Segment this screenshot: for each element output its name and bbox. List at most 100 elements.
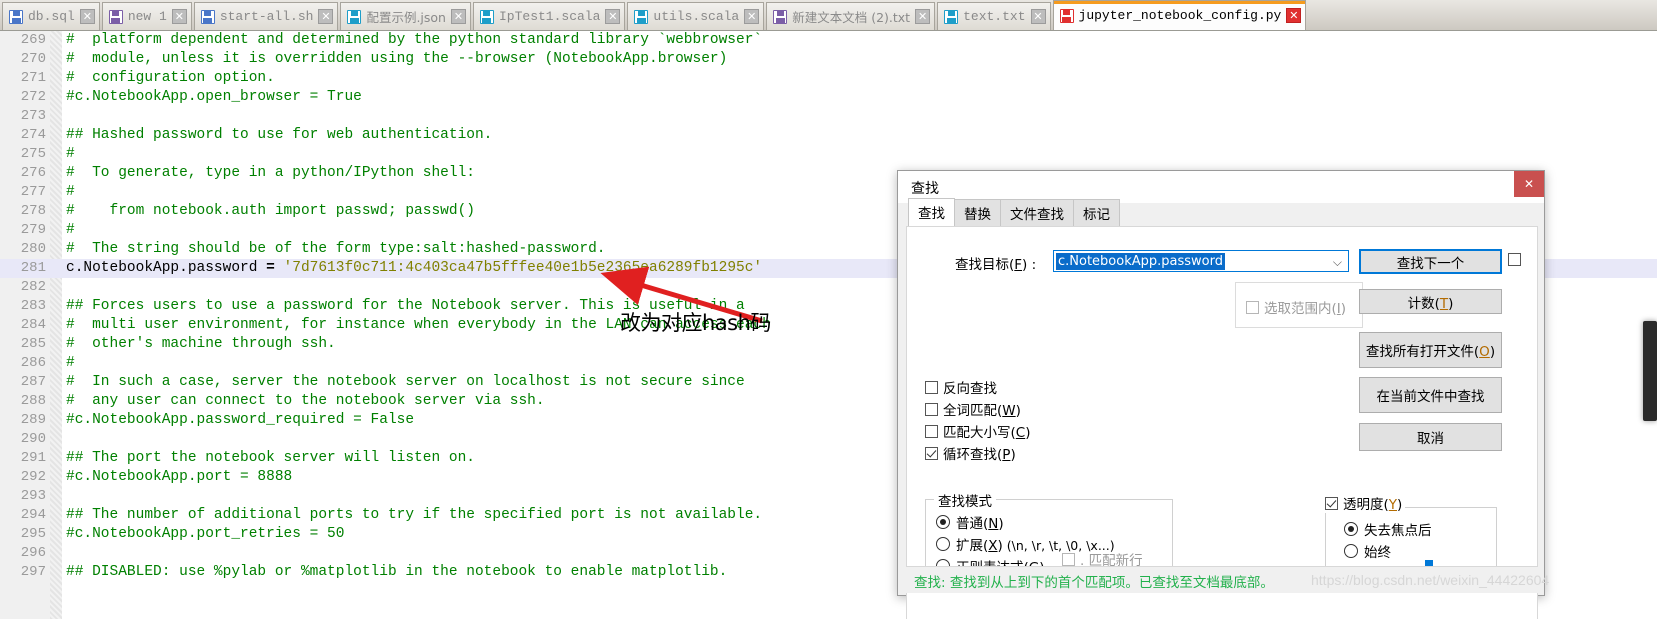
button-find-all-open-files[interactable]: 查找所有打开文件(O): [1359, 332, 1502, 368]
code-line-text: #c.NotebookApp.password_required = False: [66, 412, 415, 428]
floppy-disk-icon: [944, 9, 959, 24]
code-line-text: #: [66, 355, 75, 371]
close-icon[interactable]: ✕: [744, 9, 760, 24]
button-label-text: 查找下一个: [1396, 255, 1465, 272]
extra-option-checkbox[interactable]: [1508, 253, 1521, 266]
close-icon[interactable]: ✕: [318, 9, 334, 24]
code-line-text: # from notebook.auth import passwd; pass…: [66, 203, 475, 219]
code-line[interactable]: 274 ## Hashed password to use for web aut…: [0, 126, 1657, 145]
checkbox-match-whole-word[interactable]: 全词匹配(W): [925, 399, 1021, 419]
in-selection-checkbox[interactable]: 选取范围内(I): [1246, 297, 1346, 317]
radio-icon: [936, 515, 950, 529]
button-count[interactable]: 计数(T): [1359, 289, 1502, 314]
code-line-text: # In such a case, server the notebook se…: [66, 374, 745, 390]
radio-label-text: 普通: [956, 516, 983, 532]
checkbox-backward-search[interactable]: 反向查找: [925, 377, 997, 397]
transparency-checkbox[interactable]: 透明度(Y): [1322, 493, 1406, 513]
code-line[interactable]: 269 # platform dependent and determined b…: [0, 31, 1657, 50]
paren: ): [1489, 344, 1496, 360]
checkbox-match-case[interactable]: 匹配大小写(C): [925, 421, 1031, 441]
floppy-disk-icon: [634, 9, 649, 24]
button-label: 查找所有打开文件(O): [1366, 340, 1495, 360]
close-icon[interactable]: ✕: [1286, 8, 1302, 23]
radio-on-losing-focus[interactable]: 失去焦点后: [1344, 519, 1432, 539]
editor-tab-1[interactable]: new 1 ✕: [101, 2, 192, 30]
line-number: 290: [20, 431, 46, 447]
radio-icon: [1344, 544, 1358, 558]
checkbox-icon: [1062, 552, 1075, 566]
editor-tab-bar: db.sql ✕ new 1 ✕ start-all.sh ✕ 配置示例.json ✕ IpTe…: [0, 0, 1657, 31]
radio-normal[interactable]: 普通(N): [936, 512, 1004, 532]
in-selection-label: 选取范围内(I): [1264, 301, 1347, 317]
code-line[interactable]: 273: [0, 107, 1657, 126]
close-icon[interactable]: ✕: [1514, 171, 1544, 197]
close-icon[interactable]: ✕: [915, 9, 931, 24]
code-line-text: # other's machine through ssh.: [66, 336, 336, 352]
button-label-text: 取消: [1417, 431, 1444, 447]
radio-label: 失去焦点后: [1364, 523, 1432, 539]
close-icon[interactable]: ✕: [1030, 9, 1046, 24]
editor-tab-0[interactable]: db.sql ✕: [2, 2, 100, 30]
dialog-tab-1[interactable]: 替换: [954, 199, 1001, 227]
checkbox-accelerator: W: [1002, 403, 1016, 419]
code-line[interactable]: 275 #: [0, 145, 1657, 164]
dialog-tab-2[interactable]: 文件查找: [1000, 199, 1074, 227]
line-number: 284: [20, 317, 46, 333]
line-number: 296: [20, 545, 46, 561]
find-dialog[interactable]: 查找 ✕ 查找 替换 文件查找 标记 查找目标(F) : c.NotebookApp.…: [897, 170, 1549, 619]
code-line-text: ## The port the notebook server will lis…: [66, 450, 475, 466]
editor-tab-7[interactable]: text.txt ✕: [937, 2, 1051, 30]
button-label: 在当前文件中查找: [1377, 385, 1485, 405]
radio-always[interactable]: 始终: [1344, 541, 1391, 561]
code-line-text: ## Hashed password to use for web authen…: [66, 127, 493, 143]
code-line-text: # any user can connect to the notebook s…: [66, 393, 545, 409]
editor-tab-4[interactable]: IpTest1.scala ✕: [472, 2, 626, 30]
close-icon[interactable]: ✕: [79, 9, 95, 24]
paren: ): [998, 516, 1004, 532]
editor-tab-label: 配置示例.json: [366, 10, 446, 25]
editor-tab-2[interactable]: start-all.sh ✕: [193, 2, 339, 30]
vertical-scrollbar-thumb[interactable]: [1643, 321, 1657, 421]
code-line-text: #: [66, 184, 75, 200]
button-accelerator: O: [1479, 344, 1490, 360]
code-token: =: [266, 260, 284, 276]
chevron-down-icon[interactable]: ⌵: [1333, 255, 1342, 270]
close-icon[interactable]: ✕: [450, 9, 466, 24]
paren: ): [1025, 425, 1031, 441]
line-number: 280: [20, 241, 46, 257]
button-label: 查找下一个: [1397, 252, 1465, 272]
checkbox-icon: [925, 424, 938, 438]
code-line-text: #c.NotebookApp.port_retries = 50: [66, 526, 345, 542]
editor-tab-8[interactable]: jupyter_notebook_config.py ✕: [1052, 0, 1307, 30]
editor-tab-label: utils.scala: [653, 9, 740, 24]
dialog-tab-0[interactable]: 查找: [908, 198, 955, 227]
floppy-disk-icon: [773, 9, 788, 24]
button-find-in-current-file[interactable]: 在当前文件中查找: [1359, 377, 1502, 413]
editor-tab-6[interactable]: 新建文本文档 (2).txt ✕: [766, 2, 936, 30]
checkbox-icon: [1246, 300, 1259, 314]
checkbox-wrap-around[interactable]: 循环查找(P): [925, 443, 1016, 463]
editor-tab-3[interactable]: 配置示例.json ✕: [340, 2, 471, 30]
checkbox-icon: [1325, 496, 1338, 510]
code-line-text: ## The number of additional ports to try…: [66, 507, 763, 523]
code-line[interactable]: 272 #c.NotebookApp.open_browser = True: [0, 88, 1657, 107]
button-find-next[interactable]: 查找下一个: [1359, 249, 1502, 274]
line-number: 274: [20, 127, 46, 143]
code-line-text: ## DISABLED: use %pylab or %matplotlib i…: [66, 564, 728, 580]
search-input[interactable]: c.NotebookApp.password ⌵: [1053, 250, 1349, 272]
button-cancel[interactable]: 取消: [1359, 423, 1502, 451]
editor-tab-label: start-all.sh: [219, 9, 314, 24]
code-line[interactable]: 270 # module, unless it is overridden usi…: [0, 50, 1657, 69]
editor-tab-5[interactable]: utils.scala ✕: [627, 2, 765, 30]
close-icon[interactable]: ✕: [171, 9, 187, 24]
close-icon[interactable]: ✕: [605, 9, 621, 24]
code-line[interactable]: 271 # configuration option.: [0, 69, 1657, 88]
floppy-disk-icon: [108, 9, 123, 24]
editor-tab-label: new 1: [127, 9, 167, 24]
radio-icon: [1344, 522, 1358, 536]
checkbox-icon: [925, 446, 938, 460]
line-number: 279: [20, 222, 46, 238]
dialog-tab-3[interactable]: 标记: [1073, 199, 1120, 227]
radio-label: 普通(N): [956, 512, 1004, 532]
line-number: 297: [20, 564, 46, 580]
